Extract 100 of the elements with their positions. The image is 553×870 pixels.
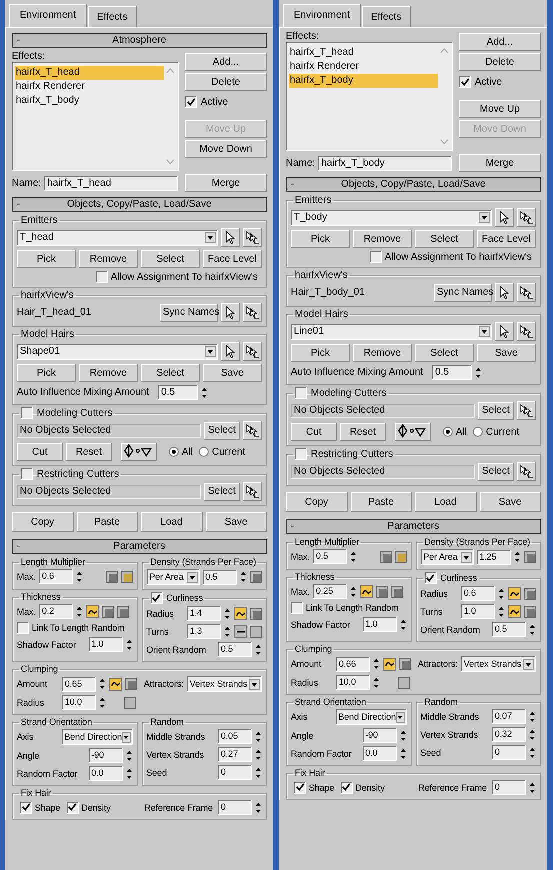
checkbox[interactable] xyxy=(185,96,197,108)
map-button[interactable] xyxy=(524,588,536,600)
spinner-icon[interactable] xyxy=(255,748,262,762)
select-button[interactable]: Select xyxy=(478,462,514,480)
curve-button[interactable] xyxy=(86,605,100,618)
effect-button[interactable]: Delete xyxy=(185,73,267,91)
spinner-icon[interactable] xyxy=(126,638,132,652)
map-button[interactable] xyxy=(399,658,411,670)
checkbox[interactable] xyxy=(295,448,307,460)
pick-list-button[interactable] xyxy=(243,482,262,501)
sync-names-button[interactable]: Sync Names xyxy=(434,284,492,302)
radio-button[interactable] xyxy=(169,447,179,457)
number-field[interactable]: 0.2 xyxy=(39,604,74,619)
checkbox[interactable] xyxy=(96,271,108,283)
number-field[interactable]: 0.5 xyxy=(202,570,236,584)
checkbox[interactable] xyxy=(294,782,306,794)
map-button[interactable] xyxy=(398,676,410,688)
number-field[interactable]: 0.65 xyxy=(62,676,96,692)
rollout-header[interactable]: - Parameters xyxy=(12,539,267,554)
spinner-icon[interactable] xyxy=(224,606,231,620)
number-field[interactable]: 0 xyxy=(218,765,252,780)
rollout-header[interactable]: - Objects, Copy/Paste, Load/Save xyxy=(12,197,267,212)
dropdown[interactable]: Vertex Strands xyxy=(460,656,536,672)
model-hairs-button[interactable]: Pick xyxy=(17,364,76,382)
copy-paste-button[interactable]: Paste xyxy=(350,492,412,512)
model-hairs-button[interactable]: Remove xyxy=(79,364,138,382)
spinner-icon[interactable] xyxy=(373,676,380,690)
list-item[interactable]: hairfx_T_head xyxy=(15,66,164,80)
number-field[interactable]: 0.6 xyxy=(39,569,74,584)
pick-list-button[interactable] xyxy=(243,342,262,361)
spinner-icon[interactable] xyxy=(400,618,406,632)
checkbox[interactable] xyxy=(424,572,436,584)
copy-paste-button[interactable]: Load xyxy=(415,492,476,512)
spinner-icon[interactable] xyxy=(498,586,505,600)
number-field[interactable]: 0.0 xyxy=(362,746,396,761)
checkbox[interactable] xyxy=(291,602,303,614)
select-button[interactable]: Select xyxy=(478,402,514,420)
model-hairs-button[interactable]: Save xyxy=(203,364,262,382)
curve-button[interactable] xyxy=(234,607,247,620)
checkbox[interactable] xyxy=(340,782,353,794)
dropdown[interactable]: Per Area xyxy=(146,569,200,585)
pick-list-button[interactable] xyxy=(517,462,536,481)
number-field[interactable]: 0.27 xyxy=(218,747,252,762)
sync-names-button[interactable]: Sync Names xyxy=(160,304,218,322)
name-field[interactable]: hairfx_T_body xyxy=(318,156,452,170)
checkbox[interactable] xyxy=(66,802,79,814)
emitter-button[interactable]: Remove xyxy=(353,230,412,248)
pick-button[interactable] xyxy=(495,322,514,341)
merge-button[interactable]: Merge xyxy=(185,174,267,192)
number-field[interactable]: 0.25 xyxy=(313,584,348,599)
curve-button[interactable] xyxy=(383,658,396,670)
emitter-button[interactable]: Face Level xyxy=(477,230,536,248)
number-field[interactable]: 0.32 xyxy=(492,727,526,742)
checkbox[interactable] xyxy=(370,251,382,263)
spinner-icon[interactable] xyxy=(99,677,106,691)
spinner-icon[interactable] xyxy=(529,780,536,794)
pick-button[interactable] xyxy=(221,228,240,247)
dropdown[interactable]: Per Area xyxy=(420,549,474,565)
cutter-button[interactable]: Reset xyxy=(66,443,112,461)
spinner-icon[interactable] xyxy=(126,748,132,762)
map-button[interactable] xyxy=(120,570,132,582)
checkbox[interactable] xyxy=(21,468,33,480)
map-button[interactable] xyxy=(394,550,406,562)
spinner-icon[interactable] xyxy=(76,604,84,618)
spinner-icon[interactable] xyxy=(514,550,520,564)
number-field[interactable]: 0.5 xyxy=(218,642,252,657)
move-button[interactable]: Move Down xyxy=(185,140,267,158)
list-item[interactable]: hairfx Renderer xyxy=(289,60,438,74)
spinner-icon[interactable] xyxy=(201,386,208,400)
copy-paste-button[interactable]: Copy xyxy=(12,512,74,532)
pick-list-button[interactable] xyxy=(517,322,536,341)
number-field[interactable]: 0.0 xyxy=(88,766,122,781)
effect-button[interactable]: Add... xyxy=(459,33,541,51)
number-field[interactable]: 10.0 xyxy=(62,695,96,710)
dropdown[interactable]: Vertex Strands xyxy=(186,676,262,692)
number-field[interactable]: 0.5 xyxy=(492,622,526,637)
curve-button[interactable] xyxy=(360,585,374,598)
number-field[interactable]: 1.4 xyxy=(187,606,221,621)
spinner-icon[interactable] xyxy=(400,746,406,760)
model-hairs-button[interactable]: Select xyxy=(141,364,200,382)
shape-mode-button[interactable] xyxy=(395,423,431,441)
move-button[interactable]: Move Up xyxy=(459,100,541,118)
radio-button[interactable] xyxy=(443,427,453,437)
map-button[interactable] xyxy=(391,586,404,598)
effect-button[interactable]: Add... xyxy=(185,53,267,71)
list-item[interactable]: hairfx_T_body xyxy=(15,94,164,108)
spinner-icon[interactable] xyxy=(255,766,262,780)
tab[interactable]: Environment xyxy=(9,4,88,27)
dropdown[interactable]: Line01 xyxy=(291,324,492,340)
number-field[interactable]: 0 xyxy=(492,780,526,795)
rollout-header[interactable]: - Atmosphere xyxy=(12,33,267,48)
radio-button[interactable] xyxy=(199,447,210,457)
pick-list-button[interactable] xyxy=(243,228,262,247)
tab[interactable]: Effects xyxy=(362,6,411,27)
pick-list-button[interactable] xyxy=(517,283,536,302)
model-hairs-button[interactable]: Select xyxy=(415,344,474,362)
pick-button[interactable] xyxy=(221,342,240,361)
copy-paste-button[interactable]: Save xyxy=(206,512,267,532)
map-button[interactable] xyxy=(124,696,136,708)
shape-mode-button[interactable] xyxy=(121,443,157,461)
